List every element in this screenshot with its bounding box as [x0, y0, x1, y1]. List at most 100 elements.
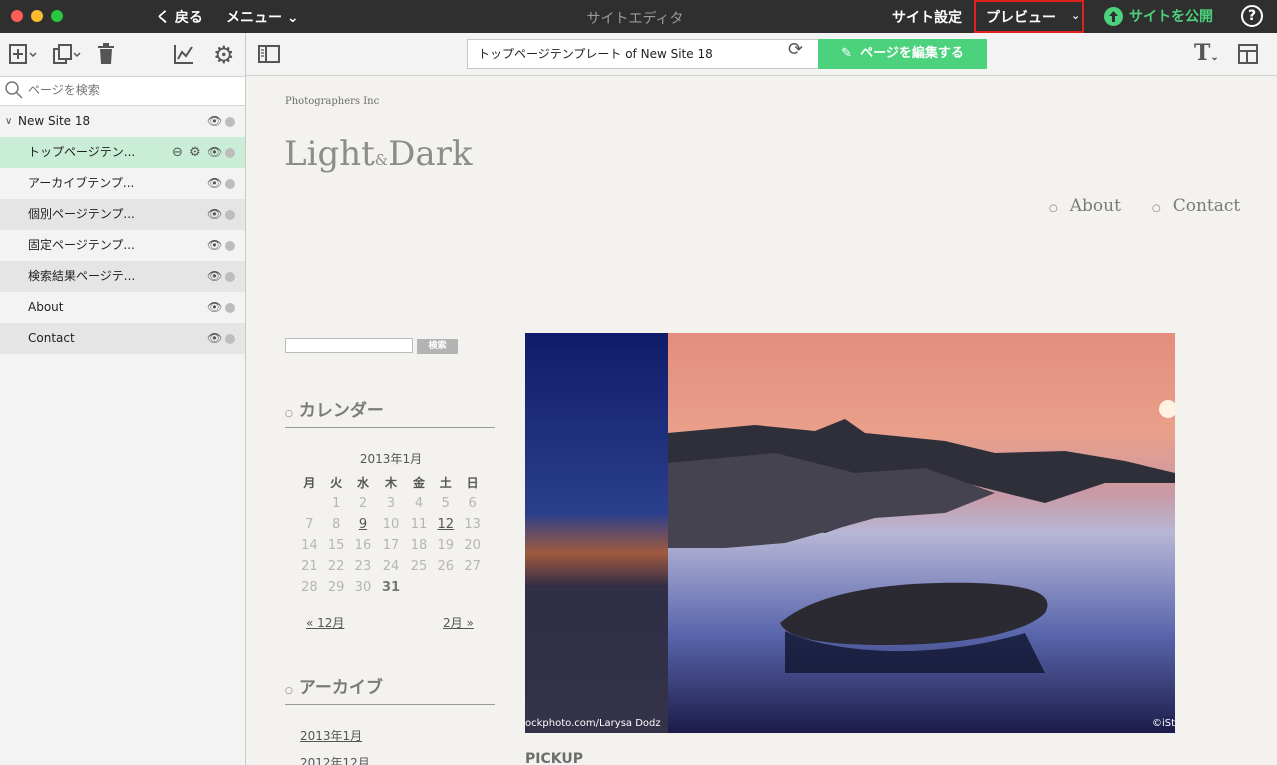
company-name: Photographers Inc — [285, 96, 380, 107]
tree-root-site[interactable]: ∨ New Site 18 👁 — [0, 106, 245, 137]
status-dot — [225, 303, 235, 313]
status-dot — [225, 334, 235, 344]
eye-icon[interactable]: 👁 — [207, 168, 222, 199]
calendar-day: 2 — [358, 496, 368, 511]
preview-button[interactable]: プレビュー — [986, 7, 1056, 27]
site-settings-button[interactable]: サイト設定 — [892, 7, 962, 27]
calendar-day: 23 — [354, 559, 372, 574]
site-search-button[interactable]: 検索 — [417, 339, 458, 354]
tree-item-archive[interactable]: アーカイブテンプ... 👁 — [0, 168, 245, 199]
site-search-input[interactable] — [285, 338, 413, 353]
calendar-day: 8 — [332, 517, 341, 532]
calendar-day-today: 31 — [381, 580, 401, 595]
typography-icon[interactable]: T⌄ — [1194, 40, 1219, 66]
eye-icon[interactable]: 👁 — [207, 199, 222, 230]
nav-about[interactable]: ○ About — [1049, 196, 1121, 216]
eye-icon[interactable]: 👁 — [207, 230, 222, 261]
gear-icon[interactable]: ⚙ — [213, 41, 235, 69]
maximize-window-button[interactable] — [51, 10, 63, 22]
calendar-week: 14 15 16 17 18 19 20 — [296, 535, 486, 556]
archive-widget-title: ○ アーカイブ — [285, 673, 495, 705]
tree-item-top-page[interactable]: トップページテン... ⊖ ⚙ 👁 — [0, 137, 245, 168]
eye-icon[interactable]: 👁 — [207, 261, 222, 292]
menu-button[interactable]: メニュー ⌄ — [226, 7, 299, 27]
close-window-button[interactable] — [11, 10, 23, 22]
calendar-day: 1 — [332, 496, 341, 511]
layout-icon[interactable] — [1238, 44, 1258, 69]
calendar-week: 7 8 9 10 11 12 13 — [296, 514, 486, 535]
tree-item-single[interactable]: 個別ページテンプ... 👁 — [0, 199, 245, 230]
calendar-prev-link[interactable]: « 12月 — [306, 614, 344, 631]
calendar-day — [459, 577, 486, 598]
calendar-day: 28 — [301, 580, 318, 595]
page-search-input[interactable] — [28, 83, 228, 97]
eye-icon[interactable]: 👁 — [207, 292, 222, 323]
trash-icon[interactable] — [96, 43, 116, 70]
tree-item-label: About — [28, 300, 64, 314]
add-page-icon[interactable] — [8, 43, 38, 70]
publish-button[interactable]: サイトを公開 — [1104, 6, 1213, 27]
archive-link[interactable]: 2012年12月 — [300, 754, 370, 765]
editor-toolbar: トップページテンプレート of New Site 18 ⟳ ✎ ページを編集する … — [246, 33, 1277, 76]
page-tree: ∨ New Site 18 👁 トップページテン... ⊖ ⚙ 👁 アーカイブテ… — [0, 106, 245, 354]
tree-item-label: トップページテン... — [28, 145, 136, 159]
calendar-caption: 2013年1月 — [359, 452, 423, 466]
back-button[interactable]: く 戻る — [156, 7, 203, 27]
calendar-day: 14 — [301, 538, 318, 553]
eye-icon[interactable]: 👁 — [207, 137, 222, 168]
calendar-day-link[interactable]: 12 — [432, 514, 459, 535]
duplicate-page-icon[interactable] — [52, 43, 82, 70]
weekday: 土 — [439, 476, 452, 490]
window-titlebar: く 戻る メニュー ⌄ サイトエディタ サイト設定 プレビュー ⌄ サイトを公開… — [0, 0, 1277, 33]
status-dot — [225, 179, 235, 189]
page-address-field[interactable]: トップページテンプレート of New Site 18 — [467, 39, 819, 69]
calendar-next-link[interactable]: 2月 » — [443, 614, 474, 631]
tree-item-contact[interactable]: Contact 👁 — [0, 323, 245, 354]
tree-item-label: 検索結果ページテ... — [28, 269, 136, 283]
archive-link[interactable]: 2013年1月 — [300, 727, 362, 744]
calendar-day: 29 — [327, 580, 345, 595]
weekday: 木 — [384, 476, 397, 490]
calendar-widget-title: ○ カレンダー — [285, 396, 495, 428]
calendar-day: 21 — [301, 559, 318, 574]
eye-icon[interactable]: 👁 — [207, 106, 222, 137]
chevron-down-icon[interactable]: ∨ — [5, 106, 12, 137]
photo-credit-left: ockphoto.com/Larysa Dodz — [525, 718, 661, 729]
status-dot — [225, 241, 235, 251]
tree-item-fixed[interactable]: 固定ページテンプ... 👁 — [0, 230, 245, 261]
site-logo[interactable]: Light&Dark — [284, 134, 473, 174]
calendar-day: 24 — [382, 559, 400, 574]
calendar-day: 3 — [386, 496, 396, 511]
analytics-icon[interactable] — [173, 43, 195, 70]
calendar-day-link[interactable]: 9 — [350, 514, 377, 535]
calendar-day: 7 — [305, 517, 314, 532]
publish-label: サイトを公開 — [1129, 9, 1213, 25]
search-icon — [4, 80, 24, 104]
refresh-icon[interactable]: ⟳ — [788, 39, 803, 60]
tree-item-label: 個別ページテンプ... — [28, 207, 135, 221]
edit-page-label: ページを編集する — [860, 46, 964, 61]
remove-icon[interactable]: ⊖ — [172, 137, 183, 168]
chevron-down-icon[interactable]: ⌄ — [1071, 9, 1080, 22]
page-preview: Photographers Inc Light&Dark ○ About ○ Con… — [246, 76, 1277, 765]
calendar-day: 17 — [382, 538, 400, 553]
pencil-icon: ✎ — [841, 46, 853, 61]
tree-item-search-results[interactable]: 検索結果ページテ... 👁 — [0, 261, 245, 292]
bullet-icon: ○ — [1049, 203, 1058, 214]
sidebar-toolbar: ⚙ — [0, 33, 245, 76]
logo-amp: & — [374, 151, 389, 169]
minimize-window-button[interactable] — [31, 10, 43, 22]
calendar-day — [406, 577, 433, 598]
gear-icon[interactable]: ⚙ — [189, 137, 201, 168]
edit-page-button[interactable]: ✎ ページを編集する — [818, 39, 987, 69]
sidebar-toggle-icon[interactable] — [258, 44, 280, 68]
logo-light: Light — [284, 134, 375, 174]
nav-contact[interactable]: ○ Contact — [1152, 196, 1240, 216]
tree-item-about[interactable]: About 👁 — [0, 292, 245, 323]
status-dot — [225, 117, 235, 127]
calendar-day: 27 — [464, 559, 481, 574]
window-title: サイトエディタ — [586, 11, 684, 27]
help-icon[interactable]: ? — [1241, 5, 1263, 27]
calendar-day: 15 — [327, 538, 345, 553]
eye-icon[interactable]: 👁 — [207, 323, 222, 354]
